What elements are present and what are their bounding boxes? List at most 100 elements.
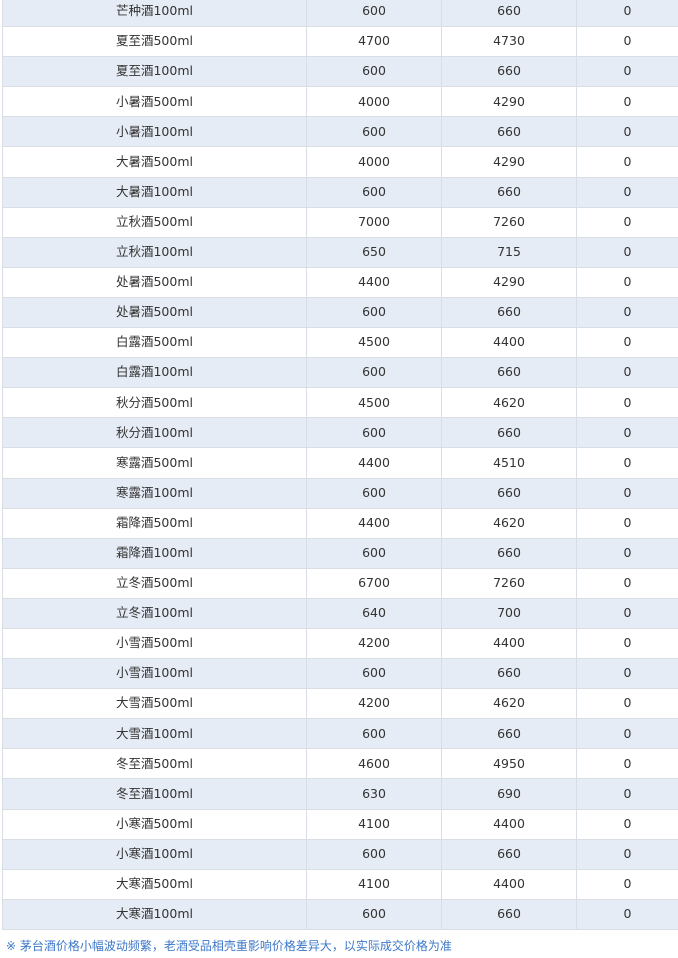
price-cell-3: 690 (441, 778, 577, 810)
price-table-container: 芒种酒100ml 600 660 0 夏至酒500ml 4700 4730 0 夏至酒100ml… (2, 0, 678, 930)
value-cell-4: 0 (576, 266, 678, 298)
price-cell-2: 600 (306, 537, 442, 569)
product-name-cell: 小雪酒500ml (2, 627, 307, 660)
price-cell-2: 600 (306, 176, 442, 208)
product-name-cell: 大寒酒500ml (2, 868, 307, 900)
price-cell-3: 700 (441, 597, 577, 629)
product-name-cell: 白露酒500ml (2, 327, 307, 359)
value-cell-4: 0 (576, 447, 678, 479)
product-name-cell: 大雪酒100ml (2, 718, 307, 750)
value-cell-4: 0 (576, 778, 678, 810)
price-cell-3: 7260 (441, 567, 577, 599)
price-cell-3: 660 (441, 56, 577, 88)
product-name-cell: 立冬酒100ml (2, 597, 307, 629)
table-row: 小寒酒500ml 4100 4400 0 (2, 808, 678, 840)
value-cell-4: 0 (576, 236, 678, 268)
price-cell-2: 600 (306, 296, 442, 329)
price-cell-2: 7000 (306, 206, 442, 238)
table-row: 白露酒100ml 600 660 0 (2, 357, 678, 389)
price-cell-3: 4400 (441, 808, 577, 840)
value-cell-4: 0 (576, 387, 678, 419)
price-cell-2: 600 (306, 357, 442, 389)
product-name-cell: 霜降酒500ml (2, 507, 307, 539)
price-cell-3: 660 (441, 537, 577, 569)
table-row: 小雪酒100ml 600 660 0 (2, 658, 678, 690)
price-cell-3: 4290 (441, 86, 577, 118)
product-name-cell: 冬至酒500ml (2, 748, 307, 780)
value-cell-4: 0 (576, 86, 678, 118)
price-cell-3: 4290 (441, 266, 577, 298)
price-cell-2: 4400 (306, 507, 442, 539)
value-cell-4: 0 (576, 176, 678, 208)
value-cell-4: 0 (576, 537, 678, 569)
price-cell-2: 600 (306, 838, 442, 870)
value-cell-4: 0 (576, 838, 678, 870)
product-name-cell: 小寒酒100ml (2, 838, 307, 870)
price-cell-2: 650 (306, 236, 442, 268)
table-row: 大雪酒100ml 600 660 0 (2, 718, 678, 750)
product-name-cell: 芒种酒100ml (2, 0, 307, 28)
price-cell-2: 4100 (306, 868, 442, 900)
table-row: 大寒酒500ml 4100 4400 0 (2, 868, 678, 900)
value-cell-4: 0 (576, 808, 678, 840)
product-name-cell: 大寒酒100ml (2, 898, 307, 930)
product-name-cell: 白露酒100ml (2, 357, 307, 389)
value-cell-4: 0 (576, 748, 678, 780)
price-cell-2: 4000 (306, 86, 442, 118)
product-name-cell: 小暑酒100ml (2, 116, 307, 148)
value-cell-4: 0 (576, 116, 678, 148)
price-cell-2: 600 (306, 417, 442, 449)
value-cell-4: 0 (576, 868, 678, 900)
value-cell-4: 0 (576, 357, 678, 389)
price-cell-2: 600 (306, 116, 442, 148)
product-name-cell: 秋分酒500ml (2, 387, 307, 419)
table-row: 霜降酒100ml 600 660 0 (2, 537, 678, 569)
value-cell-4: 0 (576, 658, 678, 690)
price-cell-2: 600 (306, 658, 442, 690)
table-row: 小暑酒500ml 4000 4290 0 (2, 86, 678, 118)
value-cell-4: 0 (576, 0, 678, 28)
table-row: 白露酒500ml 4500 4400 0 (2, 327, 678, 359)
table-row: 芒种酒100ml 600 660 0 (2, 0, 678, 28)
table-row: 处暑酒500ml 4400 4290 0 (2, 266, 678, 298)
table-row: 冬至酒100ml 630 690 0 (2, 778, 678, 810)
table-row: 立秋酒500ml 7000 7260 0 (2, 206, 678, 238)
price-cell-3: 4620 (441, 688, 577, 720)
price-cell-2: 600 (306, 718, 442, 750)
value-cell-4: 0 (576, 898, 678, 930)
price-cell-3: 4510 (441, 447, 577, 479)
price-cell-2: 4500 (306, 387, 442, 419)
table-row: 处暑酒500ml 600 660 0 (2, 296, 678, 329)
table-row: 霜降酒500ml 4400 4620 0 (2, 507, 678, 539)
product-name-cell: 小雪酒100ml (2, 658, 307, 690)
price-cell-3: 660 (441, 417, 577, 449)
product-name-cell: 寒露酒500ml (2, 447, 307, 479)
product-name-cell: 立冬酒500ml (2, 567, 307, 599)
price-cell-2: 4400 (306, 266, 442, 298)
price-cell-3: 4620 (441, 507, 577, 539)
price-cell-2: 4400 (306, 447, 442, 479)
price-cell-3: 4400 (441, 627, 577, 660)
table-row: 夏至酒500ml 4700 4730 0 (2, 26, 678, 58)
product-name-cell: 处暑酒500ml (2, 296, 307, 329)
price-cell-3: 660 (441, 176, 577, 208)
value-cell-4: 0 (576, 417, 678, 449)
table-row: 小暑酒100ml 600 660 0 (2, 116, 678, 148)
price-cell-3: 7260 (441, 206, 577, 238)
table-row: 小雪酒500ml 4200 4400 0 (2, 627, 678, 660)
value-cell-4: 0 (576, 327, 678, 359)
value-cell-4: 0 (576, 56, 678, 88)
table-row: 大暑酒500ml 4000 4290 0 (2, 146, 678, 178)
product-name-cell: 夏至酒500ml (2, 26, 307, 58)
price-cell-3: 660 (441, 0, 577, 28)
price-cell-3: 660 (441, 838, 577, 870)
product-name-cell: 夏至酒100ml (2, 56, 307, 88)
product-name-cell: 大暑酒100ml (2, 176, 307, 208)
footnote: ※ 茅台酒价格小幅波动频繁，老酒受品相壳重影响价格差异大，以实际成交价格为准 (6, 939, 452, 953)
table-row: 寒露酒100ml 600 660 0 (2, 477, 678, 509)
table-row: 立秋酒100ml 650 715 0 (2, 236, 678, 268)
table-row: 寒露酒500ml 4400 4510 0 (2, 447, 678, 479)
price-cell-3: 660 (441, 477, 577, 509)
price-cell-3: 4730 (441, 26, 577, 58)
product-name-cell: 小暑酒500ml (2, 86, 307, 118)
